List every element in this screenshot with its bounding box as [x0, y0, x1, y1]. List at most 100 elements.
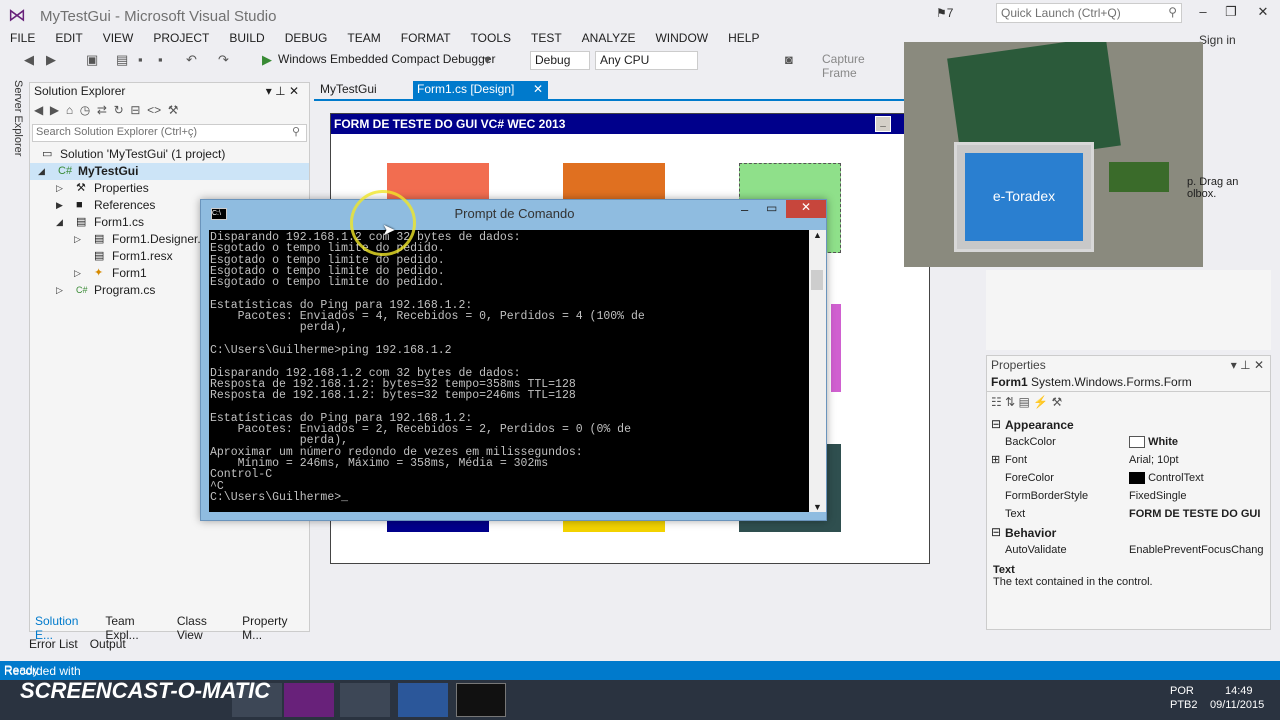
taskbar-snipping-icon[interactable]: [340, 683, 390, 717]
close-button[interactable]: ✕: [1252, 4, 1274, 22]
menu-debug[interactable]: DEBUG: [275, 30, 338, 48]
menu-test[interactable]: TEST: [521, 30, 572, 48]
menu-project[interactable]: PROJECT: [143, 30, 219, 48]
back-icon[interactable]: ◀: [24, 52, 34, 68]
collapsed-icon[interactable]: ▷: [74, 265, 81, 282]
sync-icon[interactable]: ⇄: [97, 103, 107, 117]
solution-search-input[interactable]: Search Solution Explorer (Ctrl+ç) ⚲: [32, 124, 307, 142]
properties-object-select[interactable]: Form1 System.Windows.Forms.Form: [987, 374, 1270, 392]
taskbar-word-icon[interactable]: [398, 683, 448, 717]
property-row[interactable]: FormBorderStyle FixedSingle: [987, 488, 1270, 506]
tree-item-solution[interactable]: ▭ Solution 'MyTestGui' (1 project): [30, 146, 309, 163]
category-behavior[interactable]: ⊟ Behavior: [987, 524, 1270, 542]
tab-class-view[interactable]: Class View: [171, 612, 236, 642]
cmd-minimize-button[interactable]: –: [741, 202, 748, 217]
categorized-icon[interactable]: ☷: [991, 395, 1002, 409]
property-row[interactable]: AutoValidate EnablePreventFocusChang: [987, 542, 1270, 560]
camera-icon[interactable]: ◙: [785, 52, 793, 67]
collapse-icon[interactable]: ⊟: [991, 417, 1001, 431]
collapse-icon[interactable]: ⊟: [991, 525, 1001, 539]
properties-icon[interactable]: ▤: [1019, 395, 1030, 409]
capture-frame-button[interactable]: Capture Frame: [822, 52, 900, 80]
forward-icon[interactable]: ▶: [46, 52, 56, 68]
menu-build[interactable]: BUILD: [219, 30, 274, 48]
forward-icon[interactable]: ▶: [50, 103, 59, 117]
alphabetical-icon[interactable]: ⇅: [1005, 395, 1015, 409]
tab-output[interactable]: Output: [90, 637, 126, 653]
events-icon[interactable]: ⚡: [1033, 395, 1048, 409]
menu-window[interactable]: WINDOW: [645, 30, 718, 48]
expand-icon[interactable]: ⊞: [991, 453, 1000, 466]
start-debug-icon[interactable]: ▶: [262, 52, 272, 68]
new-project-icon[interactable]: ▣: [86, 52, 98, 68]
menu-file[interactable]: FILE: [0, 30, 45, 48]
tab-mytestgui[interactable]: MyTestGui: [314, 81, 410, 99]
tab-property-manager[interactable]: Property M...: [236, 612, 310, 642]
collapsed-icon[interactable]: ▶: [56, 197, 63, 214]
menu-edit[interactable]: EDIT: [45, 30, 92, 48]
platform-select[interactable]: Any CPU: [595, 51, 698, 70]
tray-time[interactable]: 14:49: [1225, 685, 1253, 697]
server-explorer-tab[interactable]: Server Explorer: [8, 80, 24, 160]
close-icon[interactable]: ✕: [533, 82, 543, 96]
maximize-button[interactable]: ❐: [1220, 4, 1242, 22]
tray-language[interactable]: POR: [1170, 685, 1194, 697]
cmd-output[interactable]: Disparando 192.168.1.2 com 32 bytes de d…: [209, 230, 809, 512]
property-row[interactable]: BackColor White: [987, 434, 1270, 452]
quick-launch-input[interactable]: Quick Launch (Ctrl+Q) ⚲: [996, 3, 1182, 23]
tree-item-project[interactable]: ◢ C# MyTestGui: [30, 163, 309, 180]
taskbar-cmd-icon[interactable]: [456, 683, 506, 717]
menu-view[interactable]: VIEW: [93, 30, 144, 48]
cmd-maximize-button[interactable]: ▭: [766, 201, 777, 215]
property-row[interactable]: Text FORM DE TESTE DO GUI: [987, 506, 1270, 524]
cmd-scrollbar[interactable]: ▲ ▼: [809, 230, 826, 512]
back-icon[interactable]: ◀: [34, 103, 43, 117]
property-row[interactable]: ForeColor ControlText: [987, 470, 1270, 488]
sign-in-link[interactable]: Sign in: [1199, 33, 1236, 47]
menu-analyze[interactable]: ANALYZE: [572, 30, 646, 48]
pin-icon[interactable]: ▾ ⊥ ✕: [1231, 358, 1264, 372]
property-row[interactable]: ⊞ Font Arial; 10pt: [987, 452, 1270, 470]
wrench-icon[interactable]: ⚒: [1052, 395, 1063, 409]
cmd-close-button[interactable]: ✕: [786, 200, 826, 218]
menu-format[interactable]: FORMAT: [391, 30, 461, 48]
collapsed-icon[interactable]: ▷: [56, 180, 63, 197]
command-prompt-window[interactable]: C:\ Prompt de Comando – ▭ ✕ Disparando 1…: [200, 199, 827, 521]
menu-help[interactable]: HELP: [718, 30, 769, 48]
tray-date[interactable]: 09/11/2015: [1210, 699, 1264, 711]
scroll-thumb[interactable]: [811, 270, 823, 290]
collapse-icon[interactable]: ⊟: [130, 103, 140, 117]
scroll-down-icon[interactable]: ▼: [809, 502, 826, 512]
open-icon[interactable]: ▤: [116, 52, 128, 68]
save-all-icon[interactable]: ▪: [158, 52, 163, 67]
scroll-up-icon[interactable]: ▲: [809, 230, 826, 240]
expanded-icon[interactable]: ◢: [56, 214, 63, 231]
pin-icon[interactable]: ▾ ⊥ ✕: [266, 84, 299, 98]
history-icon[interactable]: ◷: [80, 103, 90, 117]
tab-error-list[interactable]: Error List: [29, 637, 78, 653]
redo-icon[interactable]: ↷: [218, 52, 229, 68]
tab-solution-explorer[interactable]: Solution E...: [29, 612, 99, 642]
tree-item-properties[interactable]: ▷ ⚒ Properties: [30, 180, 309, 197]
undo-icon[interactable]: ↶: [186, 52, 197, 68]
tab-team-explorer[interactable]: Team Expl...: [99, 612, 171, 642]
collapsed-icon[interactable]: ▷: [56, 282, 63, 299]
expanded-icon[interactable]: ◢: [38, 163, 45, 180]
debugger-select[interactable]: Windows Embedded Compact Debugger: [278, 52, 495, 66]
collapsed-icon[interactable]: ▷: [74, 231, 81, 248]
wrench-icon[interactable]: ⚒: [168, 103, 179, 117]
config-select[interactable]: Debug: [530, 51, 590, 70]
taskbar-visual-studio-icon[interactable]: [284, 683, 334, 717]
tray-keyboard[interactable]: PTB2: [1170, 699, 1198, 711]
save-icon[interactable]: ▪: [138, 52, 143, 67]
home-icon[interactable]: ⌂: [66, 103, 73, 117]
tab-form1-design[interactable]: Form1.cs [Design] ✕: [413, 81, 548, 99]
notifications-flag-icon[interactable]: ⚑7: [936, 6, 953, 20]
minimize-button[interactable]: –: [1192, 4, 1214, 22]
menu-team[interactable]: TEAM: [337, 30, 390, 48]
color-panel[interactable]: [831, 304, 841, 392]
refresh-icon[interactable]: ↻: [114, 103, 124, 117]
category-appearance[interactable]: ⊟ Appearance: [987, 416, 1270, 434]
code-icon[interactable]: <>: [147, 103, 161, 117]
menu-tools[interactable]: TOOLS: [461, 30, 521, 48]
